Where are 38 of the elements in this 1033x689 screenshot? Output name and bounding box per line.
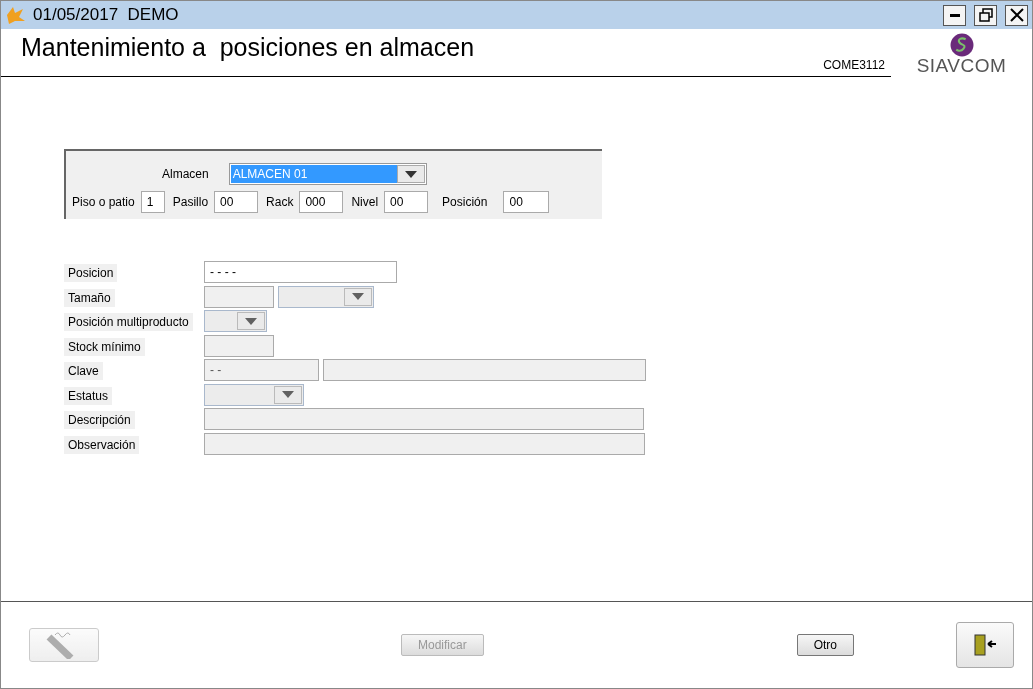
close-button[interactable] [1005, 4, 1028, 26]
screen-code: COME3112 [823, 58, 885, 72]
input-field[interactable]: - - - - [204, 261, 397, 284]
field-label: Almacen [162, 167, 209, 181]
dropdown-arrow-icon [352, 293, 364, 301]
field-label: Posición [442, 195, 488, 209]
input-field[interactable]: 00 [214, 191, 259, 213]
page-title: Mantenimiento a posiciones en almacen [21, 33, 475, 62]
field-label: Descripción [64, 411, 135, 430]
restore-icon [978, 8, 993, 22]
dropdown-arrow-icon [245, 317, 257, 325]
field-label: Stock mínimo [64, 337, 145, 356]
input-field[interactable]: 00 [384, 191, 429, 213]
minimize-button[interactable] [943, 4, 966, 26]
exit-button[interactable] [956, 622, 1014, 668]
field-label: Observación [64, 435, 140, 454]
input-field[interactable]: 000 [299, 191, 344, 213]
field-label: Tamaño [64, 288, 115, 307]
window-title: 01/05/2017 DEMO [33, 5, 180, 25]
minimize-icon [949, 13, 960, 17]
field-label: Posicion [64, 264, 118, 283]
dropdown-arrow-icon [282, 391, 294, 399]
field-label: Posición multiproducto [64, 313, 193, 332]
logo-text: SIAVCOM [916, 55, 1007, 77]
field-label: Piso o patio [72, 195, 135, 209]
door-exit-icon [972, 633, 998, 657]
field-label: Rack [266, 195, 294, 209]
field-label: Nivel [351, 195, 379, 209]
dropdown-arrow-icon [404, 170, 417, 178]
restore-button[interactable] [974, 4, 997, 26]
input-field[interactable]: 00 [503, 191, 550, 213]
field-label: Pasillo [172, 195, 209, 209]
close-icon [1009, 8, 1024, 22]
field-label: Estatus [64, 386, 113, 405]
bird-icon [5, 5, 27, 25]
input-field[interactable]: 1 [140, 191, 165, 213]
field-label: Clave [64, 362, 103, 381]
action-button[interactable]: Otro [796, 634, 855, 656]
